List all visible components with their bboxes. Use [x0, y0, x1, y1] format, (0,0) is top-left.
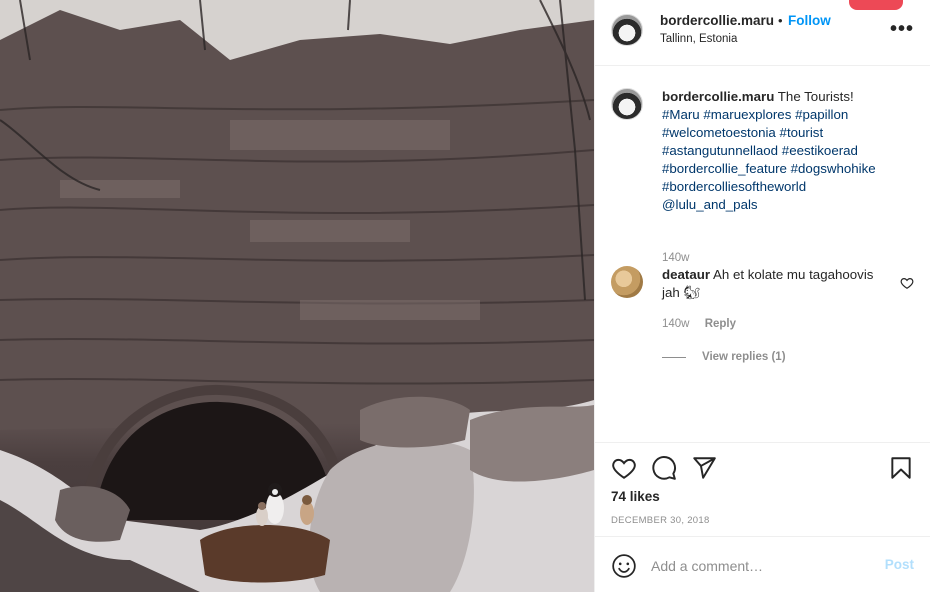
comment-age[interactable]: 140w	[662, 318, 690, 330]
hashtag[interactable]: #Maru	[662, 107, 700, 122]
caption-age[interactable]: 140w	[662, 252, 690, 264]
caption-item: bordercollie.maru The Tourists! #Maru #m…	[611, 88, 914, 268]
hashtag[interactable]: #bordercolliesoftheworld	[662, 179, 806, 194]
comment-meta: 140w Reply	[662, 318, 736, 330]
hashtag[interactable]: #dogswhohike	[791, 161, 876, 176]
comments-section[interactable]: bordercollie.maru The Tourists! #Maru #m…	[595, 66, 930, 442]
separator-dot: •	[778, 13, 783, 28]
heart-icon[interactable]	[611, 455, 637, 481]
post-actions: 74 likes DECEMBER 30, 2018	[595, 442, 930, 536]
notification-badge[interactable]	[849, 0, 903, 10]
post-photo[interactable]	[0, 0, 594, 592]
hashtag[interactable]: #astangutunnellaod	[662, 143, 778, 158]
comment-username[interactable]: deataur	[662, 267, 710, 282]
post-comment-button[interactable]: Post	[885, 557, 914, 572]
caption-body: bordercollie.maru The Tourists! #Maru #m…	[662, 88, 890, 214]
comment-input[interactable]	[651, 551, 871, 581]
avatar[interactable]	[611, 88, 643, 120]
replies-divider	[662, 356, 686, 358]
hashtag[interactable]: #maruexplores	[703, 107, 791, 122]
comment-icon[interactable]	[651, 455, 677, 481]
caption-username[interactable]: bordercollie.maru	[662, 89, 774, 104]
avatar[interactable]	[611, 266, 643, 298]
comment-item: deataur Ah et kolate mu tagahoovis jah 🐿…	[611, 266, 914, 376]
like-comment-heart-icon[interactable]	[900, 276, 914, 290]
view-replies-label: View replies (1)	[702, 351, 786, 363]
hashtag[interactable]: #tourist	[780, 125, 824, 140]
post-header: bordercollie.maru • Follow Tallinn, Esto…	[595, 0, 930, 66]
view-replies-button[interactable]: View replies (1)	[662, 351, 786, 363]
post-detail-panel: bordercollie.maru • Follow Tallinn, Esto…	[594, 0, 930, 592]
comment-body: deataur Ah et kolate mu tagahoovis jah 🐿	[662, 266, 890, 302]
avatar[interactable]	[611, 14, 643, 46]
post-date[interactable]: DECEMBER 30, 2018	[611, 515, 710, 526]
likes-count[interactable]: 74 likes	[611, 489, 660, 504]
hashtag[interactable]: #eestikoerad	[782, 143, 858, 158]
add-comment-bar: Post	[595, 536, 930, 592]
emoji-icon[interactable]	[611, 553, 637, 579]
post-location[interactable]: Tallinn, Estonia	[660, 33, 737, 45]
reply-button[interactable]: Reply	[705, 318, 736, 330]
share-icon[interactable]	[691, 455, 717, 481]
bookmark-icon[interactable]	[888, 455, 914, 481]
follow-button[interactable]: Follow	[788, 13, 831, 28]
post-username[interactable]: bordercollie.maru	[660, 13, 774, 28]
caption-text: The Tourists!	[777, 89, 854, 104]
mention[interactable]: @lulu_and_pals	[662, 197, 758, 212]
more-icon[interactable]: •••	[890, 19, 914, 39]
hashtag[interactable]: #bordercollie_feature	[662, 161, 787, 176]
cave-photo-illustration	[0, 0, 594, 592]
hashtag[interactable]: #papillon	[795, 107, 848, 122]
hashtag[interactable]: #welcometoestonia	[662, 125, 776, 140]
